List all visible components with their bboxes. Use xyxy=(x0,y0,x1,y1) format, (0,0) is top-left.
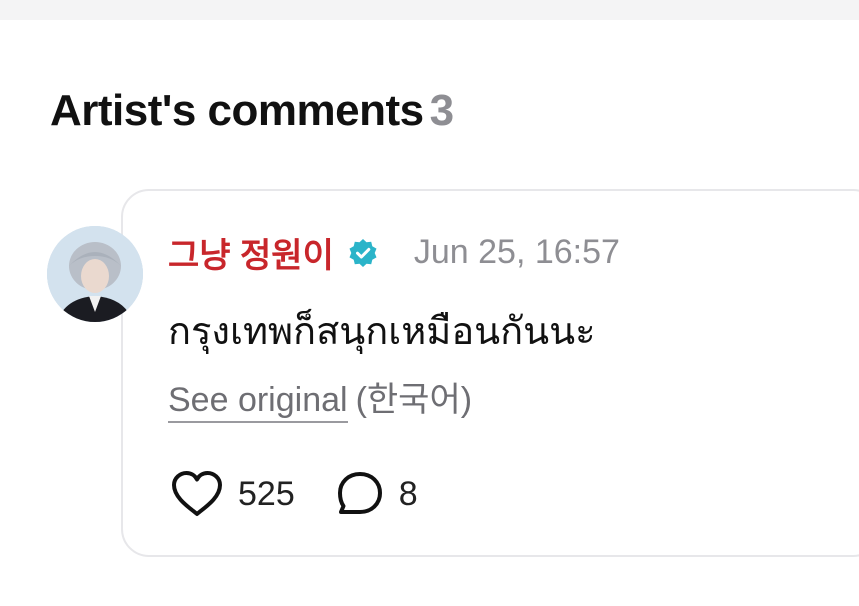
section-title: Artist's comments 3 xyxy=(50,86,454,136)
avatar[interactable] xyxy=(47,226,143,322)
comment-actions: 525 8 xyxy=(170,470,418,518)
section-title-label: Artist's comments xyxy=(50,86,424,135)
comment-bubble-icon xyxy=(335,470,385,518)
comment-body: กรุงเทพก็สนุกเหมือนกันนะ xyxy=(168,311,596,353)
like-button[interactable]: 525 xyxy=(170,470,295,518)
heart-icon xyxy=(170,470,224,518)
comment-count: 3 xyxy=(429,86,454,135)
verified-badge-icon xyxy=(348,238,378,268)
translation-row: See original (한국어) xyxy=(168,372,473,423)
avatar-portrait-icon xyxy=(47,226,143,322)
reply-button[interactable]: 8 xyxy=(335,470,418,518)
top-divider-band xyxy=(0,0,859,20)
comment-header: 그냥 정원이 Jun 25, 16:57 xyxy=(168,228,620,277)
like-count: 525 xyxy=(238,474,295,513)
author-name[interactable]: 그냥 정원이 xyxy=(168,228,334,277)
reply-count: 8 xyxy=(398,474,418,513)
original-language-label: (한국어) xyxy=(355,381,473,419)
comment-timestamp: Jun 25, 16:57 xyxy=(413,233,620,271)
see-original-link[interactable]: See original xyxy=(168,381,348,423)
